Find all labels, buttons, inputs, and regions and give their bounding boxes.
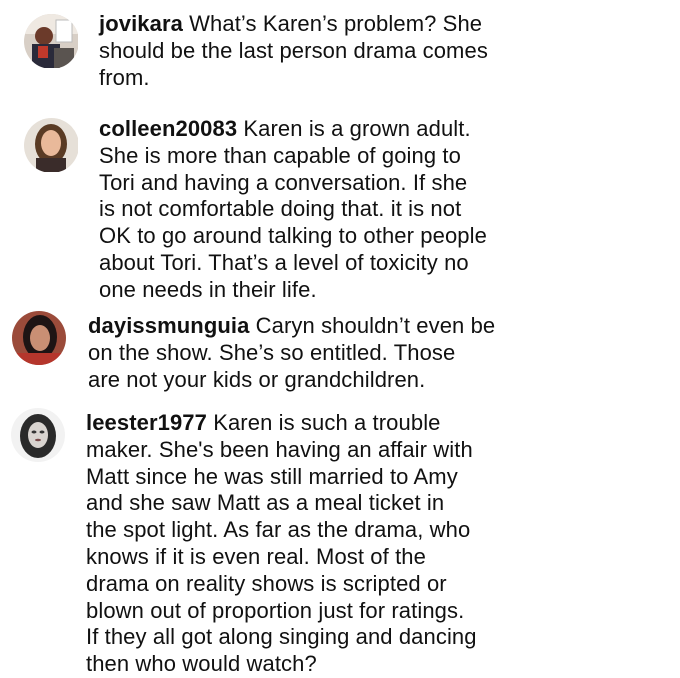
comment-body: jovikara What’s Karen’s problem? She sho… [99,11,488,91]
comment-body: leester1977 Karen is such a trouble make… [86,410,477,678]
comment-username[interactable]: colleen20083 [99,116,237,141]
comment-username[interactable]: leester1977 [86,410,207,435]
comment-text: Karen is such a trouble maker. She's bee… [86,410,477,677]
comment-username[interactable]: dayissmunguia [88,313,249,338]
user-avatar-icon[interactable] [24,118,79,173]
comment-username[interactable]: jovikara [99,11,183,36]
comment-body: colleen20083 Karen is a grown adult. She… [99,116,487,304]
user-avatar-icon[interactable] [24,14,79,69]
comment-body: dayissmunguia Caryn shouldn’t even be on… [88,313,495,393]
user-avatar-icon[interactable] [12,311,66,365]
user-avatar-icon[interactable] [11,408,65,462]
comment-text: Karen is a grown adult. She is more than… [99,116,487,302]
